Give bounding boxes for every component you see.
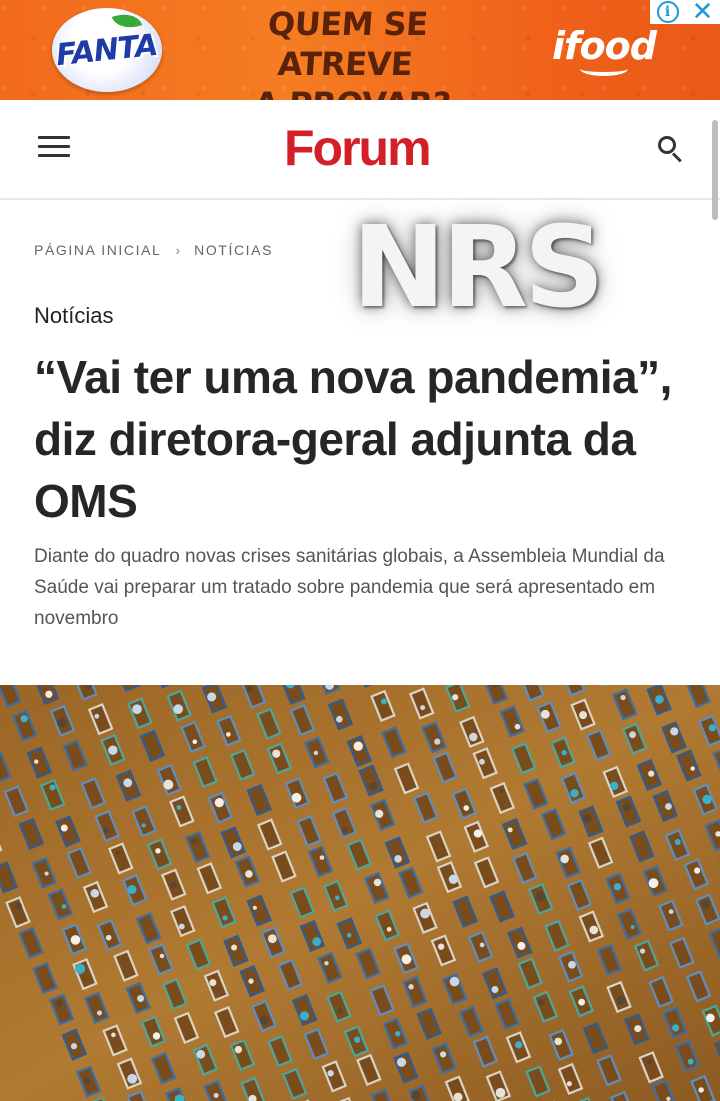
scrollbar[interactable] (712, 120, 718, 220)
watermark-logo: NRS (352, 203, 605, 333)
site-logo[interactable]: Forum (284, 120, 432, 176)
ad-banner[interactable]: FANTA QUEM SE ATREVE A PROVAR? ifood i ✕ (0, 0, 720, 100)
breadcrumb-home-link[interactable]: Página Inicial (34, 242, 161, 258)
ad-slogan-line1: QUEM SE ATREVE (266, 5, 429, 83)
breadcrumb: Página Inicial › Notícias (34, 240, 273, 260)
fanta-brand-text: FANTA (54, 27, 160, 73)
article-headline: “Vai ter uma nova pandemia”, diz diretor… (34, 351, 672, 527)
close-icon[interactable]: ✕ (692, 0, 714, 25)
breadcrumb-current-link[interactable]: Notícias (194, 242, 273, 258)
info-icon[interactable]: i (656, 1, 679, 23)
ifood-smile-icon (580, 62, 628, 76)
ad-slogan: QUEM SE ATREVE A PROVAR? (196, 4, 494, 100)
ad-slogan-line2: A PROVAR? (196, 84, 489, 100)
search-icon[interactable] (652, 132, 686, 166)
article-photo (0, 685, 720, 1101)
article-subtitle: Diante do quadro novas crises sanitárias… (34, 546, 665, 629)
site-header: Forum (0, 100, 720, 200)
fanta-logo: FANTA (52, 8, 162, 92)
chevron-right-icon: › (175, 242, 181, 258)
hamburger-menu-icon[interactable] (38, 136, 70, 162)
article-category[interactable]: Notícias (34, 303, 113, 329)
ad-controls: i ✕ (650, 0, 720, 25)
